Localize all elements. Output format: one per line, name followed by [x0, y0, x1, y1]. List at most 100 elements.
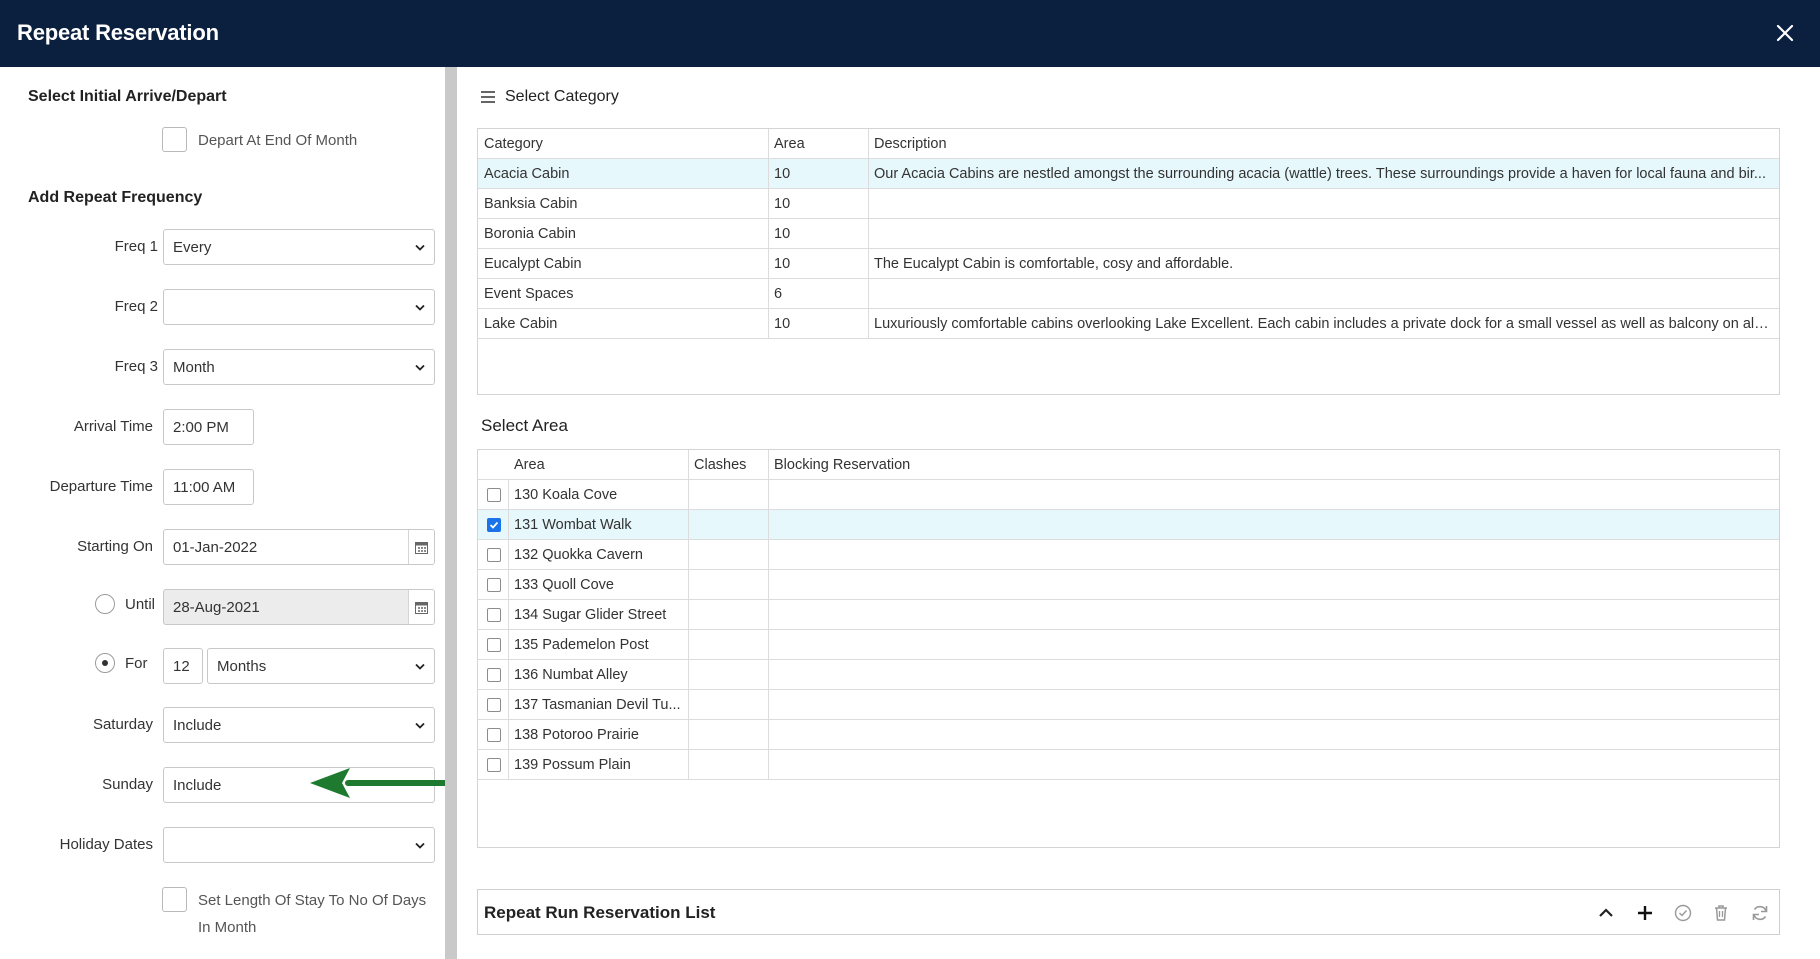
panel-splitter[interactable] [445, 67, 457, 959]
row-checkbox[interactable] [487, 608, 501, 622]
category-cell: Eucalypt Cabin [484, 256, 582, 272]
saturday-select[interactable]: Include [163, 707, 435, 743]
blocking-cell [768, 480, 1778, 510]
clashes-cell [688, 510, 768, 540]
close-icon[interactable] [1774, 22, 1796, 44]
category-row[interactable]: Event Spaces 6 [478, 279, 1779, 309]
for-count-input[interactable]: 12 [163, 648, 203, 684]
window-title: Repeat Reservation [17, 20, 219, 45]
row-checkbox[interactable] [487, 518, 501, 532]
plus-icon[interactable] [1634, 902, 1656, 924]
row-checkbox[interactable] [487, 728, 501, 742]
row-checkbox[interactable] [487, 638, 501, 652]
clashes-cell [688, 540, 768, 570]
area-row[interactable]: 136 Numbat Alley [478, 660, 1779, 690]
row-checkbox[interactable] [487, 668, 501, 682]
column-header-category: Category [484, 136, 543, 152]
blocking-cell [768, 690, 1778, 720]
category-row[interactable]: Banksia Cabin 10 [478, 189, 1779, 219]
category-cell: Event Spaces [484, 286, 574, 302]
area-count-cell: 6 [774, 286, 783, 302]
freq1-select[interactable]: Every [163, 229, 435, 265]
chevron-down-icon [415, 663, 425, 670]
menu-icon[interactable] [481, 91, 495, 103]
departure-time-input[interactable]: 11:00 AM [163, 469, 254, 505]
area-count-cell: 10 [774, 226, 791, 242]
for-radio[interactable] [95, 653, 115, 673]
until-radio[interactable] [95, 594, 115, 614]
row-checkbox[interactable] [487, 698, 501, 712]
blocking-cell [768, 570, 1778, 600]
sunday-value: Include [173, 777, 222, 794]
category-cell: Boronia Cabin [484, 226, 576, 242]
area-name-cell: 134 Sugar Glider Street [514, 607, 667, 623]
freq2-select[interactable] [163, 289, 435, 325]
starting-on-value: 01-Jan-2022 [173, 539, 258, 556]
refresh-icon[interactable] [1749, 902, 1771, 924]
area-row[interactable]: 138 Potoroo Prairie [478, 720, 1779, 750]
holiday-dates-select[interactable] [163, 827, 435, 863]
column-header-area: Area [774, 136, 805, 152]
category-row[interactable]: Eucalypt Cabin 10 The Eucalypt Cabin is co… [478, 249, 1779, 279]
chevron-down-icon [415, 842, 425, 849]
repeat-section-title: Add Repeat Frequency [28, 189, 203, 206]
freq1-label: Freq 1 [114, 238, 158, 255]
freq3-select[interactable]: Month [163, 349, 435, 385]
starting-on-date-input[interactable]: 01-Jan-2022 [163, 529, 435, 565]
row-checkbox[interactable] [487, 758, 501, 772]
area-row[interactable]: 135 Pademelon Post [478, 630, 1779, 660]
row-checkbox[interactable] [487, 488, 501, 502]
arrival-time-input[interactable]: 2:00 PM [163, 409, 254, 445]
until-date-input[interactable]: 28-Aug-2021 [163, 589, 435, 625]
blocking-cell [768, 720, 1778, 750]
blocking-cell [768, 750, 1778, 780]
clashes-cell [688, 480, 768, 510]
chevron-up-icon[interactable] [1595, 902, 1617, 924]
area-name-cell: 138 Potoroo Prairie [514, 727, 639, 743]
area-row[interactable]: 130 Koala Cove [478, 480, 1779, 510]
row-checkbox[interactable] [487, 548, 501, 562]
repeat-run-panel: Repeat Run Reservation List [477, 889, 1780, 935]
area-table: Area Clashes Blocking Reservation 130 Ko… [477, 449, 1780, 848]
area-name-cell: 131 Wombat Walk [514, 517, 632, 533]
blocking-cell [768, 600, 1778, 630]
area-count-cell: 10 [774, 196, 791, 212]
depart-end-of-month-checkbox[interactable] [162, 127, 187, 152]
clashes-cell [688, 660, 768, 690]
area-row[interactable]: 132 Quokka Cavern [478, 540, 1779, 570]
freq1-value: Every [173, 239, 212, 256]
area-row[interactable]: 133 Quoll Cove [478, 570, 1779, 600]
trash-icon[interactable] [1710, 902, 1732, 924]
area-name-cell: 139 Possum Plain [514, 757, 631, 773]
calendar-icon[interactable] [408, 530, 434, 564]
calendar-icon[interactable] [408, 590, 434, 624]
area-title: Select Area [481, 416, 568, 435]
category-row[interactable]: Boronia Cabin 10 [478, 219, 1779, 249]
for-unit-select[interactable]: Months [207, 648, 435, 684]
until-value: 28-Aug-2021 [173, 599, 260, 616]
until-label: Until [125, 596, 156, 613]
description-cell: The Eucalypt Cabin is comfortable, cosy … [874, 256, 1234, 272]
holiday-dates-label: Holiday Dates [59, 836, 153, 853]
clashes-cell [688, 690, 768, 720]
left-panel: Select Initial Arrive/Depart Depart At E… [0, 67, 445, 959]
category-title: Select Category [505, 88, 619, 105]
area-row[interactable]: 139 Possum Plain [478, 750, 1779, 780]
area-row[interactable]: 131 Wombat Walk [478, 510, 1779, 540]
column-header-clashes: Clashes [694, 457, 747, 473]
check-circle-icon[interactable] [1672, 902, 1694, 924]
set-length-checkbox[interactable] [162, 887, 187, 912]
freq3-label: Freq 3 [114, 358, 158, 375]
freq3-value: Month [173, 359, 215, 376]
clashes-cell [688, 750, 768, 780]
area-row[interactable]: 134 Sugar Glider Street [478, 600, 1779, 630]
area-name-cell: 137 Tasmanian Devil Tu... [514, 697, 681, 713]
area-name-cell: 136 Numbat Alley [514, 667, 628, 683]
area-row[interactable]: 137 Tasmanian Devil Tu... [478, 690, 1779, 720]
category-table: Category Area Description Acacia Cabin 10… [477, 128, 1780, 395]
category-row[interactable]: Lake Cabin 10 Luxuriously comfortable cabi… [478, 309, 1779, 339]
row-checkbox[interactable] [487, 578, 501, 592]
blocking-cell [768, 510, 1778, 540]
category-row[interactable]: Acacia Cabin 10 Our Acacia Cabins are nest… [478, 159, 1779, 189]
title-bar: Repeat Reservation [0, 0, 1820, 67]
